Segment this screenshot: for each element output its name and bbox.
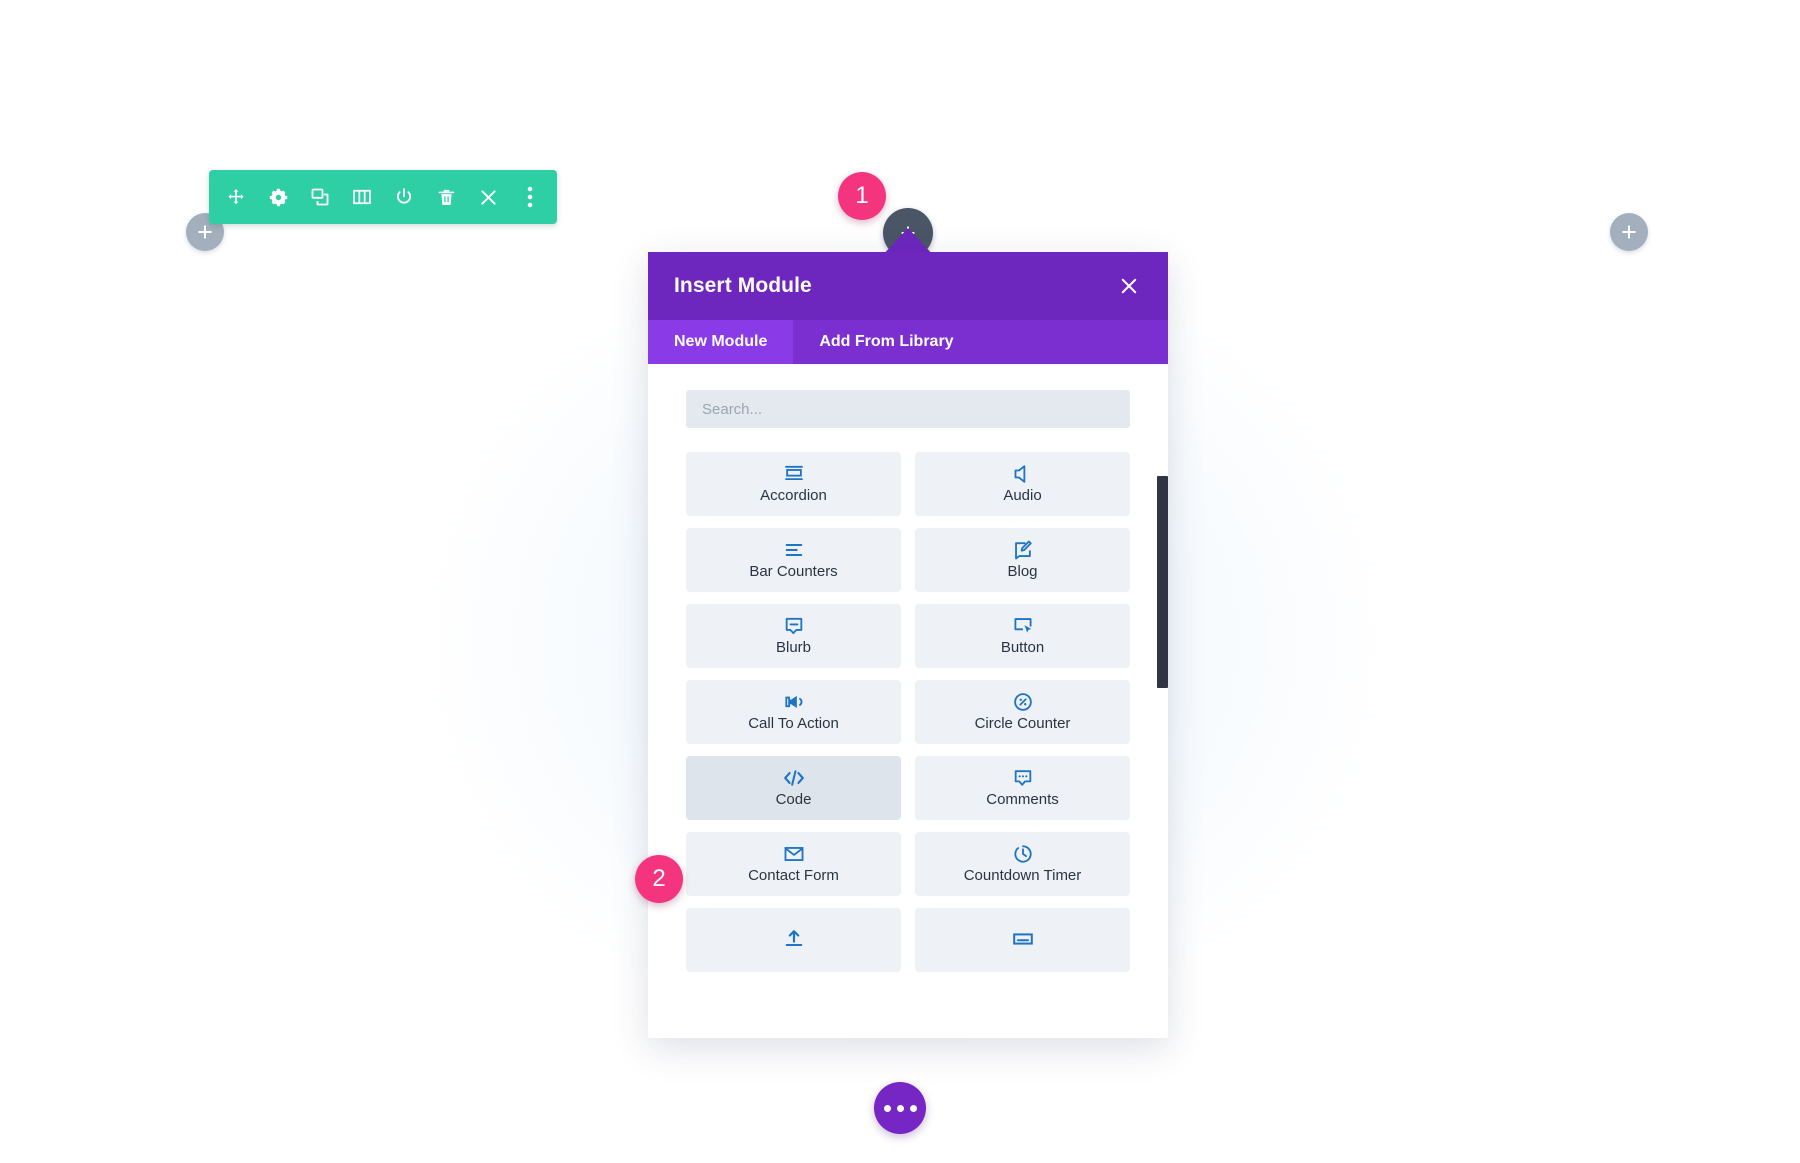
power-icon[interactable] — [391, 184, 417, 210]
plus-icon — [1622, 225, 1636, 239]
ellipsis-dot — [909, 1104, 917, 1112]
module-tile-label: Countdown Timer — [963, 867, 1082, 885]
close-icon[interactable] — [475, 184, 501, 210]
module-tile[interactable]: Blurb — [686, 604, 901, 668]
fullwidth-header-icon — [1012, 928, 1034, 950]
more-vertical-icon[interactable] — [517, 184, 543, 210]
module-grid: Accordion Audio Bar Counters Blog Blurb Butto… — [686, 452, 1130, 972]
module-tile[interactable]: Comments — [915, 756, 1130, 820]
blurb-bubble-icon — [783, 615, 805, 637]
add-row-button-right[interactable] — [1610, 213, 1648, 251]
tab-new-module[interactable]: New Module — [648, 320, 794, 364]
module-tile-label: Circle Counter — [974, 715, 1071, 733]
module-tile-label: Audio — [1003, 487, 1042, 505]
modal-body: Accordion Audio Bar Counters Blog Blurb Butto… — [648, 364, 1168, 1038]
move-handle-icon[interactable] — [223, 184, 249, 210]
upload-arrow-icon — [783, 928, 805, 950]
ellipsis-dot — [896, 1104, 904, 1112]
page-settings-ellipsis-button[interactable] — [874, 1082, 926, 1134]
duplicate-icon[interactable] — [307, 184, 333, 210]
module-tile[interactable] — [686, 908, 901, 972]
accordion-icon — [783, 463, 805, 485]
module-tile[interactable]: Contact Form — [686, 832, 901, 896]
close-icon — [1121, 278, 1137, 294]
module-tile-label: Call To Action — [748, 715, 839, 733]
module-tile-label: Code — [775, 791, 812, 809]
module-tile[interactable]: Accordion — [686, 452, 901, 516]
page-title: Insert Module — [674, 274, 812, 297]
modal-tabs: New Module Add From Library — [648, 320, 1168, 364]
modal-scrollbar-thumb[interactable] — [1157, 476, 1168, 688]
modal-scrollbar[interactable] — [1157, 476, 1168, 1038]
module-tile[interactable]: Circle Counter — [915, 680, 1130, 744]
module-tile-label: Bar Counters — [749, 563, 838, 581]
gear-icon[interactable] — [265, 184, 291, 210]
module-tile[interactable]: Blog — [915, 528, 1130, 592]
module-tile[interactable]: Countdown Timer — [915, 832, 1130, 896]
tab-add-from-library[interactable]: Add From Library — [793, 320, 979, 364]
circle-percent-icon — [1012, 691, 1034, 713]
envelope-icon — [783, 843, 805, 865]
plus-icon — [198, 225, 212, 239]
module-tile[interactable]: Code — [686, 756, 901, 820]
code-brackets-icon — [782, 767, 806, 789]
comments-icon — [1012, 767, 1034, 789]
module-tile-label: Blog — [1007, 563, 1038, 581]
blog-edit-icon — [1012, 539, 1034, 561]
module-tile-label: Accordion — [760, 487, 827, 505]
ellipsis-dot — [883, 1104, 891, 1112]
module-tile-label: Button — [1000, 639, 1045, 657]
editor-canvas: 1 Insert Module New Module Add From Libr… — [0, 0, 1800, 1163]
modal-header: Insert Module — [648, 252, 1168, 320]
close-modal-button[interactable] — [1116, 273, 1142, 299]
module-tile[interactable]: Bar Counters — [686, 528, 901, 592]
module-tile-label: Comments — [986, 791, 1059, 809]
module-tile[interactable] — [915, 908, 1130, 972]
module-settings-toolbar — [209, 170, 557, 224]
step-badge-1: 1 — [838, 172, 886, 220]
audio-speaker-icon — [1012, 463, 1034, 485]
module-tile-label: Contact Form — [748, 867, 839, 885]
columns-icon[interactable] — [349, 184, 375, 210]
module-tile[interactable]: Button — [915, 604, 1130, 668]
megaphone-icon — [783, 691, 805, 713]
insert-module-modal: Insert Module New Module Add From Librar… — [648, 252, 1168, 1038]
step-badge-2: 2 — [635, 855, 683, 903]
module-tile[interactable]: Audio — [915, 452, 1130, 516]
clock-icon — [1012, 843, 1034, 865]
module-tile-label: Blurb — [775, 639, 812, 657]
module-tile[interactable]: Call To Action — [686, 680, 901, 744]
button-cursor-icon — [1012, 615, 1034, 637]
trash-icon[interactable] — [433, 184, 459, 210]
search-input[interactable] — [686, 390, 1130, 428]
bar-counters-icon — [783, 539, 805, 561]
